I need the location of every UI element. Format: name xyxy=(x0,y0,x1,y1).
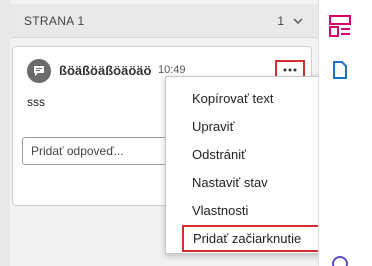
more-options-icon xyxy=(283,68,297,72)
comment-author: ßöäßöäßöäöäö xyxy=(59,63,152,78)
pane-edge xyxy=(0,0,10,266)
menu-item-label: Upraviť xyxy=(192,118,235,134)
document-icon[interactable] xyxy=(330,60,350,80)
comment-time: 10:49 xyxy=(158,64,186,76)
chevron-down-icon[interactable] xyxy=(292,15,304,27)
page-group-header[interactable]: STRANA 1 1 xyxy=(10,4,318,38)
comment-context-menu: Kopírovať text Upraviť Odstrániť Nastavi… xyxy=(165,76,338,254)
menu-item-delete[interactable]: Odstrániť xyxy=(166,141,337,167)
menu-item-add-checkmark[interactable]: Pridať začiarknutie xyxy=(182,225,329,252)
menu-item-label: Pridať začiarknutie xyxy=(193,231,302,246)
page-comment-count: 1 xyxy=(277,13,284,28)
layout-panel-icon[interactable] xyxy=(328,14,352,38)
page-header-right: 1 xyxy=(277,14,304,28)
menu-item-label: Vlastnosti xyxy=(192,202,249,218)
reply-input[interactable] xyxy=(22,137,168,165)
menu-item-label: Odstrániť xyxy=(192,146,247,162)
tools-rail xyxy=(318,0,372,266)
menu-item-label: Kopírovať text xyxy=(192,90,274,106)
comments-pane: STRANA 1 1 ßöäßöäßöäöäö 10:49 sss Pridať… xyxy=(0,0,372,266)
comment-text: sss xyxy=(27,95,45,109)
menu-item-set-status[interactable]: Nastaviť stav xyxy=(166,169,337,195)
page-label: STRANA 1 xyxy=(24,13,85,28)
comment-icon xyxy=(27,59,51,83)
menu-item-edit[interactable]: Upraviť xyxy=(166,113,337,139)
menu-item-copy-text[interactable]: Kopírovať text xyxy=(166,85,337,111)
menu-item-label: Nastaviť stav xyxy=(192,174,268,190)
partial-tool-icon[interactable] xyxy=(330,250,350,266)
menu-item-properties[interactable]: Vlastnosti xyxy=(166,197,337,223)
